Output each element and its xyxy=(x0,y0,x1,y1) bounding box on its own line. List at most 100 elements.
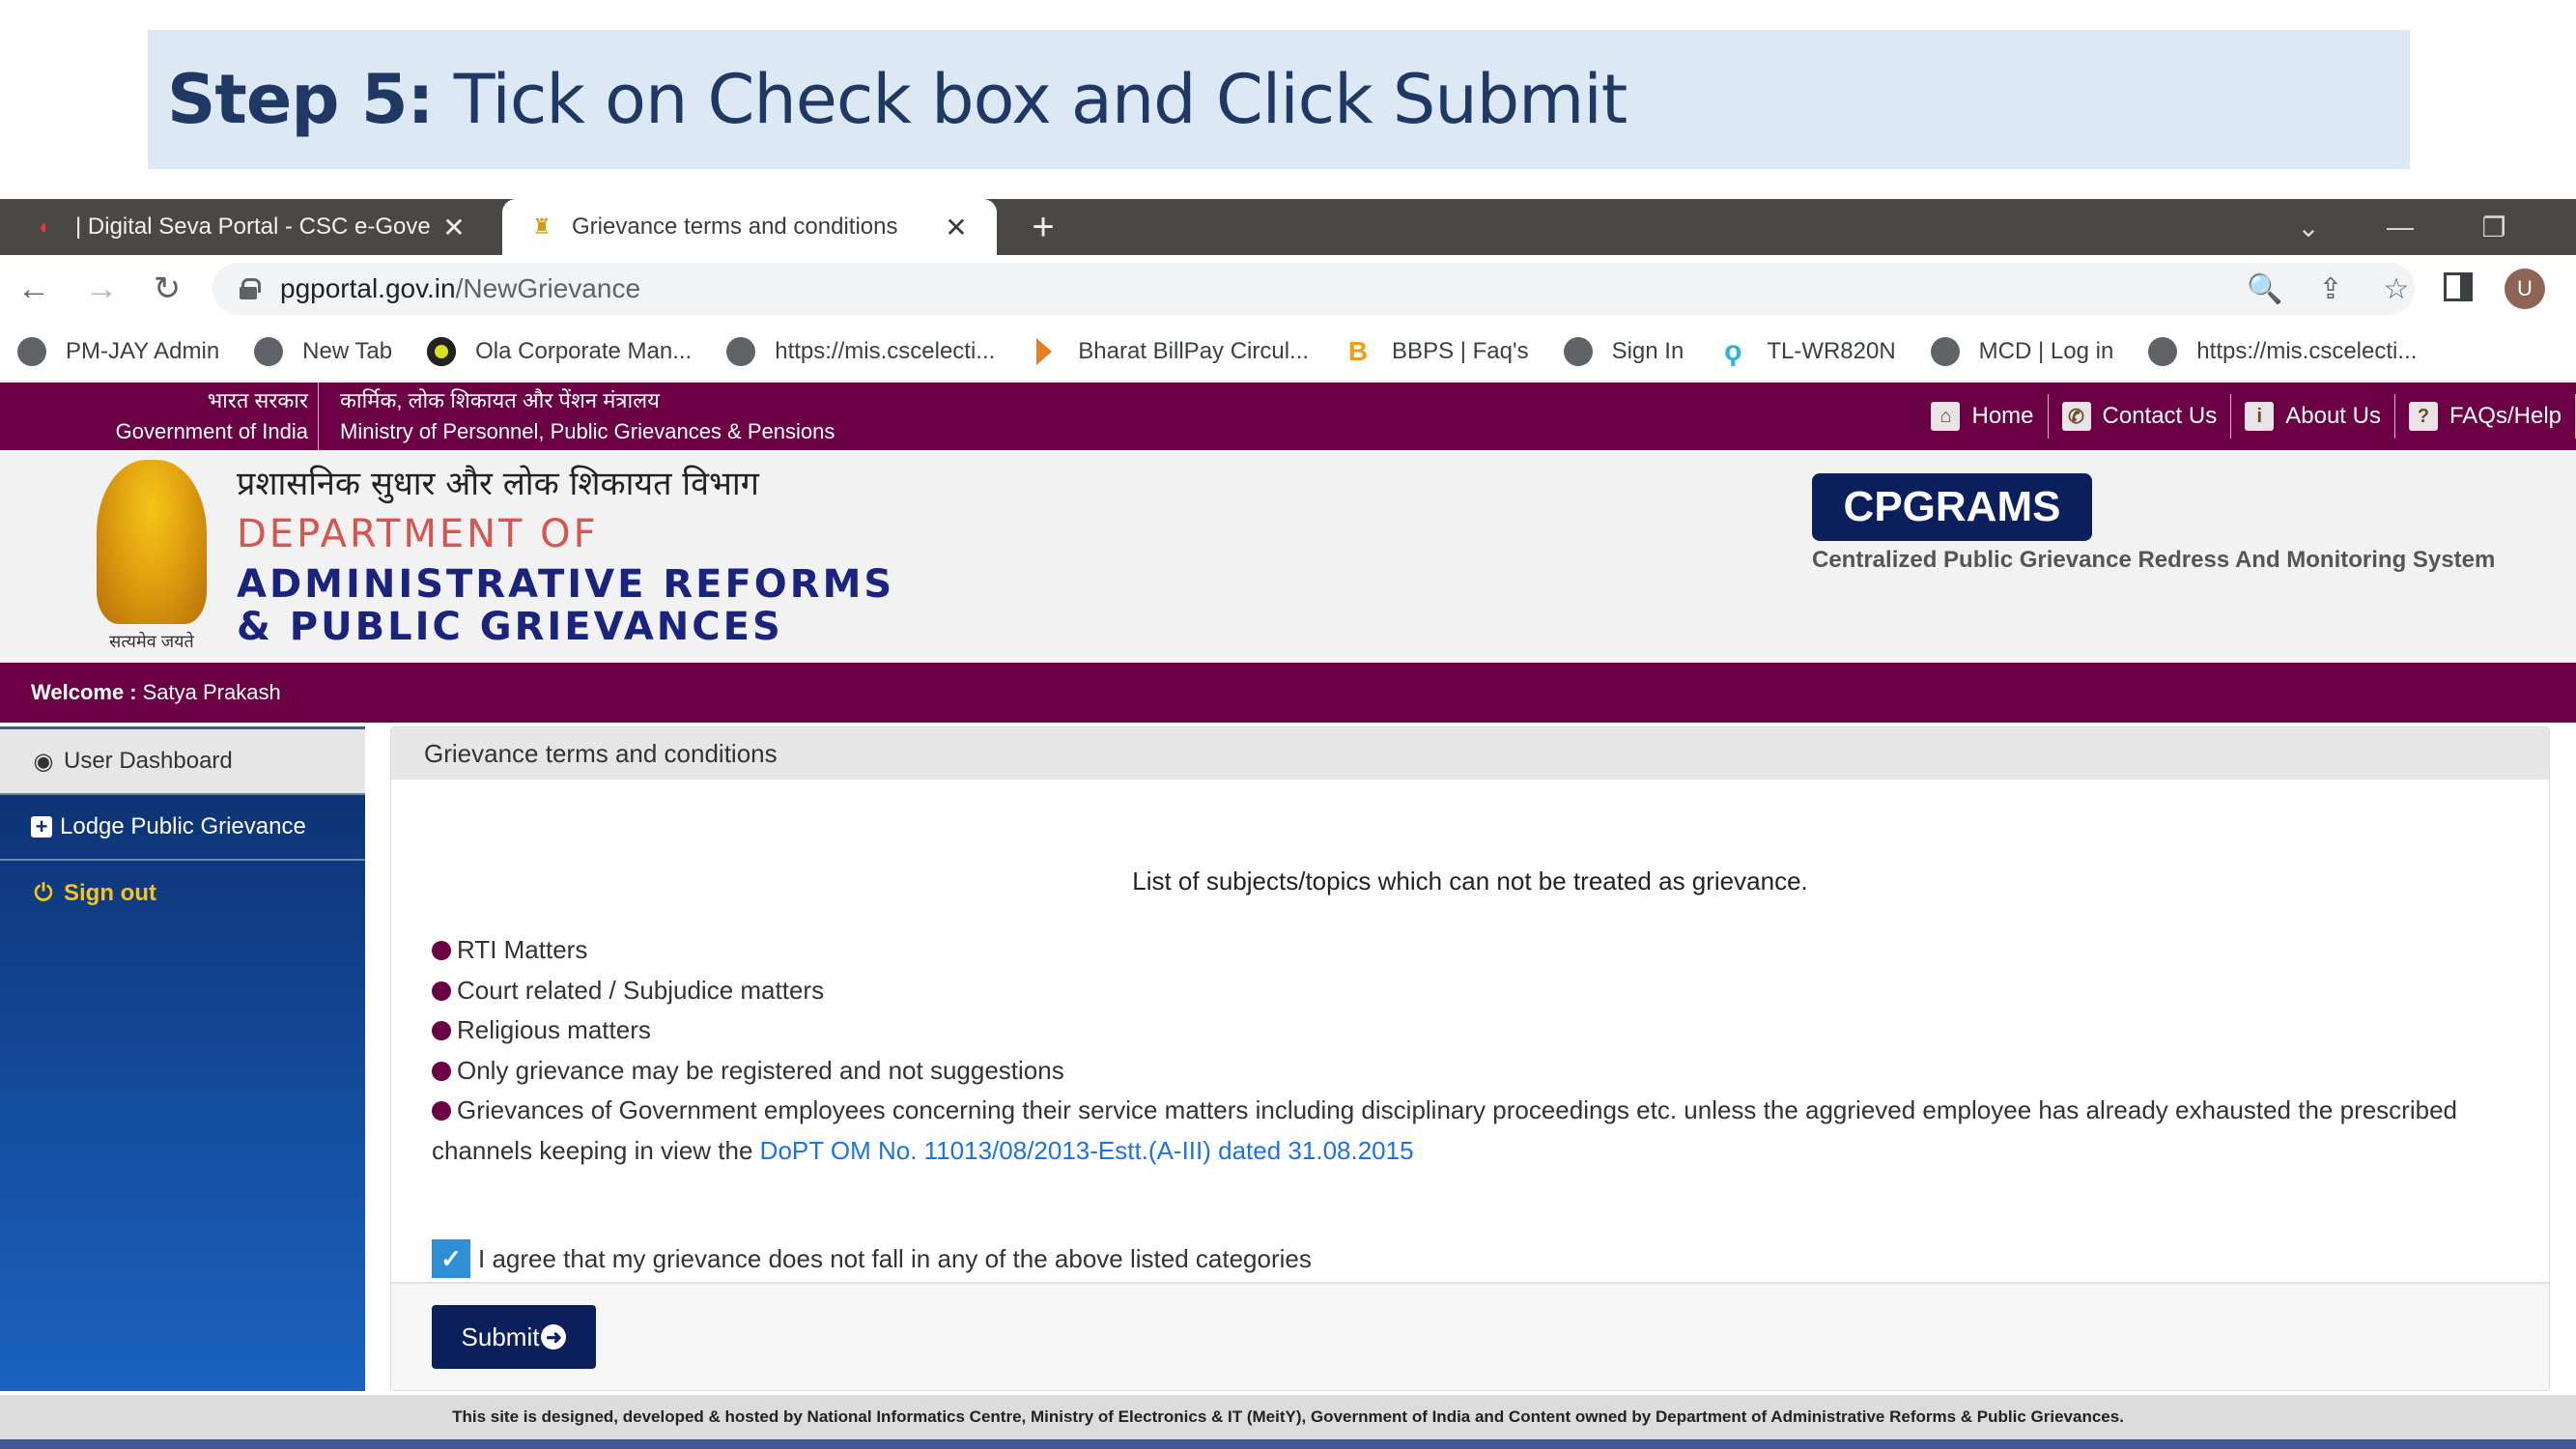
reload-button[interactable]: ↻ xyxy=(143,265,191,313)
dashboard-icon: ◉ xyxy=(33,748,54,775)
tab-grievance-terms[interactable]: ♜ Grievance terms and conditions ✕ xyxy=(502,199,997,255)
cpgrams-subtitle: Centralized Public Grievance Redress And… xyxy=(1812,547,2496,573)
new-tab-button[interactable]: + xyxy=(1022,205,1064,249)
bookmark-bharat-billpay[interactable]: Bharat BillPay Circul... xyxy=(1030,337,1309,366)
bookmarks-bar: PM-JAY Admin New Tab Ola Corporate Man..… xyxy=(0,321,2576,383)
home-link[interactable]: ⌂ Home xyxy=(1917,394,2049,439)
info-icon: i xyxy=(2245,402,2275,431)
bullet-icon xyxy=(432,941,451,960)
globe-icon xyxy=(2148,337,2178,366)
ola-icon xyxy=(427,337,457,366)
sidebar-item-label: Lodge Public Grievance xyxy=(60,813,306,839)
slide-instruction-banner: Step 5: Tick on Check box and Click Subm… xyxy=(148,30,2410,169)
share-icon[interactable]: ⇪ xyxy=(2307,263,2355,315)
sidebar-item-label: Sign out xyxy=(64,880,156,906)
sidebar-item-user-dashboard[interactable]: ◉ User Dashboard xyxy=(0,729,365,795)
side-panel-icon[interactable] xyxy=(2444,272,2473,301)
list-item: Grievances of Government employees conce… xyxy=(432,1095,2457,1165)
sidebar-item-lodge-grievance[interactable]: + Lodge Public Grievance xyxy=(0,795,365,861)
minimize-button[interactable]: — xyxy=(2371,199,2429,255)
tab-title: Grievance terms and conditions xyxy=(572,213,898,240)
dopt-om-link[interactable]: DoPT OM No. 11013/08/2013-Estt.(A-III) d… xyxy=(760,1136,1414,1165)
globe-icon xyxy=(254,337,284,366)
profile-avatar[interactable]: U xyxy=(2505,269,2545,309)
portal-header: सत्यमेव जयते प्रशासनिक सुधार और लोक शिका… xyxy=(0,450,2576,663)
agree-checkbox[interactable]: ✓ xyxy=(432,1239,470,1278)
department-name-line2: ADMINISTRATIVE REFORMS xyxy=(237,562,895,607)
bookmark-bbps-faqs[interactable]: B BBPS | Faq's xyxy=(1344,336,1529,366)
power-icon: ⏻ xyxy=(34,880,53,906)
plus-square-icon: + xyxy=(31,816,52,838)
list-item: Court related / Subjudice matters xyxy=(432,971,2518,1011)
bullet-icon xyxy=(432,1021,451,1040)
globe-icon xyxy=(17,337,46,366)
agree-checkbox-row[interactable]: ✓ I agree that my grievance does not fal… xyxy=(432,1239,1312,1278)
panel-footer: Submit ➜ xyxy=(391,1282,2549,1390)
bookmark-tl-wr820n[interactable]: ϙ TL-WR820N xyxy=(1718,335,1896,367)
government-label: भारत सरकार Government of India xyxy=(0,383,319,450)
back-button[interactable]: ← xyxy=(10,265,58,313)
tab-title: | Digital Seva Portal - CSC e-Gove xyxy=(75,213,431,240)
bookmark-star-icon[interactable]: ☆ xyxy=(2372,263,2420,315)
lock-icon[interactable] xyxy=(240,278,261,299)
department-name-hindi: प्रशासनिक सुधार और लोक शिकायत विभाग xyxy=(237,465,759,503)
list-item: Only grievance may be registered and not… xyxy=(432,1051,2518,1092)
address-bar-row: ← → ↻ pgportal.gov.in/NewGrievance 🔍 ⇪ ☆… xyxy=(0,255,2576,321)
close-tab-icon[interactable]: ✕ xyxy=(937,212,976,243)
bookmark-ola-corporate[interactable]: Ola Corporate Man... xyxy=(427,337,692,366)
globe-icon xyxy=(726,337,756,366)
globe-icon xyxy=(1563,337,1593,366)
emblem-favicon-icon: ♜ xyxy=(532,214,552,239)
department-name-line3: & PUBLIC GRIEVANCES xyxy=(237,605,783,649)
top-nav-links: ⌂ Home ✆ Contact Us i About Us ? FAQs/Help xyxy=(1917,383,2576,450)
about-us-link[interactable]: i About Us xyxy=(2231,394,2395,439)
globe-icon xyxy=(1930,337,1960,366)
national-emblem-logo: सत्यमेव जयते xyxy=(89,460,214,653)
welcome-bar: Welcome : Satya Prakash xyxy=(0,663,2576,723)
bullet-icon xyxy=(432,1061,451,1081)
forward-button[interactable]: → xyxy=(77,265,126,313)
tab-search-chevron-icon[interactable]: ⌄ xyxy=(2279,199,2337,255)
bookmark-new-tab[interactable]: New Tab xyxy=(254,337,392,366)
sidebar-item-sign-out[interactable]: ⏻ Sign out xyxy=(0,861,365,926)
url-text: pgportal.gov.in/NewGrievance xyxy=(280,273,641,303)
gov-top-strip: भारत सरकार Government of India कार्मिक, … xyxy=(0,383,2576,450)
panel-body: List of subjects/topics which can not be… xyxy=(391,780,2549,1282)
contact-us-link[interactable]: ✆ Contact Us xyxy=(2049,394,2232,439)
bookmark-mis-cscelection-2[interactable]: https://mis.cscelecti... xyxy=(2148,337,2417,366)
list-item: Religious matters xyxy=(432,1010,2518,1051)
question-icon: ? xyxy=(2408,402,2438,431)
bharat-billpay-icon xyxy=(1030,337,1059,366)
restore-button[interactable]: ❐ xyxy=(2465,199,2523,255)
bookmark-sign-in[interactable]: Sign In xyxy=(1563,337,1684,366)
ministry-label: कार्मिक, लोक शिकायत और पेंशन मंत्रालय Mi… xyxy=(340,388,835,443)
lion-capital-icon xyxy=(97,460,207,624)
bookmark-mis-cscelection[interactable]: https://mis.cscelecti... xyxy=(726,337,995,366)
sidebar-item-label: User Dashboard xyxy=(64,748,233,774)
site-footer: This site is designed, developed & hoste… xyxy=(0,1395,2576,1439)
panel-title: Grievance terms and conditions xyxy=(391,727,2549,780)
tab-digital-seva[interactable]: ◐ | Digital Seva Portal - CSC e-Gove ✕ xyxy=(0,199,495,255)
bookmark-mcd-login[interactable]: MCD | Log in xyxy=(1930,337,2113,366)
welcome-label: Welcome : xyxy=(31,680,137,704)
zoom-out-icon[interactable]: 🔍 xyxy=(2241,263,2289,315)
url-input[interactable]: pgportal.gov.in/NewGrievance 🔍 ⇪ ☆ xyxy=(212,263,2415,315)
csc-favicon-icon: ◐ xyxy=(39,214,52,239)
terms-list: RTI Matters Court related / Subjudice ma… xyxy=(432,930,2518,1171)
bookmark-pm-jay-admin[interactable]: PM-JAY Admin xyxy=(17,337,219,366)
bullet-icon xyxy=(432,1101,451,1121)
cpgrams-logo: CPGRAMS xyxy=(1812,473,2092,541)
footer-bar xyxy=(0,1439,2576,1449)
submit-button[interactable]: Submit ➜ xyxy=(432,1305,596,1369)
sidebar: ◉ User Dashboard + Lodge Public Grievanc… xyxy=(0,726,365,1391)
browser-tab-bar: ◐ | Digital Seva Portal - CSC e-Gove ✕ ♜… xyxy=(0,199,2576,255)
terms-panel: Grievance terms and conditions List of s… xyxy=(390,726,2550,1391)
faqs-help-link[interactable]: ? FAQs/Help xyxy=(2395,394,2576,439)
arrow-circle-right-icon: ➜ xyxy=(541,1324,567,1350)
bbps-icon: B xyxy=(1347,336,1369,366)
list-heading: List of subjects/topics which can not be… xyxy=(1132,867,1808,895)
user-name: Satya Prakash xyxy=(142,680,281,704)
close-tab-icon[interactable]: ✕ xyxy=(435,212,473,243)
home-icon: ⌂ xyxy=(1931,402,1961,431)
slide-title: Step 5: Tick on Check box and Click Subm… xyxy=(167,60,1628,139)
